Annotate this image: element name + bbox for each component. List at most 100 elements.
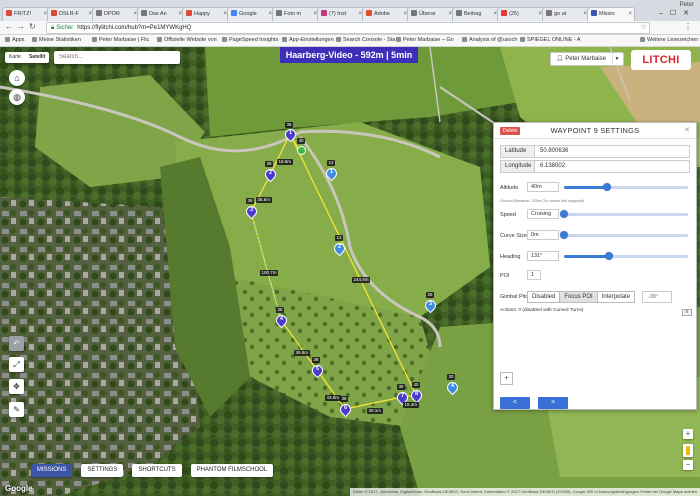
- bookmark-star-icon[interactable]: ☆: [640, 22, 647, 31]
- segment-distance: 43.8m: [325, 395, 341, 401]
- browser-tab[interactable]: FRITZ! ×: [2, 7, 50, 21]
- browser-tab[interactable]: Missio ×: [587, 7, 635, 21]
- poi-marker-3[interactable]: 3: [422, 297, 439, 314]
- poi-marker-1[interactable]: 1: [323, 165, 340, 182]
- map-search-input[interactable]: [54, 51, 180, 64]
- altitude-slider[interactable]: [564, 183, 688, 191]
- globe-icon[interactable]: ◍: [9, 89, 25, 105]
- poi-marker-2[interactable]: 2: [331, 240, 348, 257]
- chevron-down-icon[interactable]: ▼: [612, 53, 621, 65]
- altitude-input[interactable]: 40m: [527, 182, 559, 192]
- google-logo: Google: [5, 484, 33, 493]
- waypoint-marker-2[interactable]: 2: [262, 166, 279, 183]
- bookmark-item[interactable]: App-Einstellungen: [282, 35, 334, 46]
- tab-phantom-filmschool[interactable]: PHANTOM FILMSCHOOL: [190, 464, 274, 477]
- browser-tab[interactable]: Google ×: [227, 7, 275, 21]
- tab-label: Beitrag: [464, 11, 482, 17]
- browser-tab[interactable]: Adobe ×: [362, 7, 410, 21]
- bookmark-label: Weitere Lesezeichen: [647, 37, 699, 43]
- map-type-map-button[interactable]: Karte: [5, 52, 25, 63]
- waypoint-marker-6[interactable]: 6: [337, 401, 354, 418]
- waypoint-altitude-8: 40: [412, 382, 421, 388]
- poi-marker-4[interactable]: 4: [444, 379, 461, 396]
- bookmark-item[interactable]: Analysis of @usoch: [462, 35, 517, 46]
- tab-favicon-icon: [591, 10, 597, 16]
- bookmark-item[interactable]: Weitere Lesezeichen: [640, 35, 698, 46]
- bookmark-item[interactable]: PageSpeed Insights: [222, 35, 278, 46]
- user-menu-button[interactable]: 👤︎ Peter Marbaise ▼: [550, 52, 624, 66]
- browser-tab[interactable]: Happy ×: [182, 7, 230, 21]
- home-icon[interactable]: ⌂: [9, 70, 25, 86]
- zoom-in-button[interactable]: +: [683, 429, 693, 439]
- previous-waypoint-button[interactable]: <: [500, 397, 530, 409]
- waypoint-marker-1[interactable]: 1: [282, 126, 299, 143]
- tab-settings[interactable]: SETTINGS: [81, 464, 124, 477]
- url-input[interactable]: 🔒︎ Sicher https://flylitchi.com/hub?m=Pe1M…: [46, 22, 650, 34]
- bookmark-label: PageSpeed Insights: [229, 37, 279, 43]
- poi-altitude-1: 12: [327, 160, 336, 166]
- tab-missions[interactable]: MISSIONS: [31, 464, 73, 477]
- browser-tab[interactable]: go at ×: [542, 7, 590, 21]
- heading-input[interactable]: 131°: [527, 251, 559, 261]
- bookmark-item[interactable]: Peter Marbaise | Flic: [92, 35, 149, 46]
- waypoint-marker-3[interactable]: 3: [243, 203, 260, 220]
- bookmark-item[interactable]: Apps: [5, 35, 25, 46]
- curve-size-slider[interactable]: [560, 231, 688, 239]
- longitude-input[interactable]: [535, 161, 689, 172]
- waypoint-marker-4[interactable]: 4: [273, 312, 290, 329]
- browser-profile-name[interactable]: Peter: [680, 2, 694, 8]
- back-arrow-icon[interactable]: ←: [5, 22, 13, 31]
- home-point-marker[interactable]: [297, 146, 306, 155]
- undo-icon[interactable]: ↶: [9, 336, 24, 351]
- tab-shortcuts[interactable]: SHORTCUTS: [132, 464, 182, 477]
- browser-tab[interactable]: Beitrag ×: [452, 7, 500, 21]
- bookmark-favicon-icon: [396, 36, 401, 42]
- bookmark-item[interactable]: Peter Marbaise – Go: [396, 35, 454, 46]
- browser-tab[interactable]: DPOR ×: [92, 7, 140, 21]
- gimbal-pitch-input[interactable]: -38°: [642, 291, 672, 303]
- move-icon[interactable]: ✥: [9, 379, 24, 394]
- zoom-out-button[interactable]: −: [683, 460, 693, 470]
- map-type-satellite-button[interactable]: Satellit: [25, 52, 49, 63]
- bookmark-label: SPIEGEL ONLINE - A: [527, 37, 581, 43]
- poi-select[interactable]: 1: [527, 270, 541, 280]
- browser-tab[interactable]: Überar ×: [407, 7, 455, 21]
- expand-icon[interactable]: ⤢: [9, 357, 24, 372]
- browser-menu-icon[interactable]: ⋮: [684, 22, 692, 31]
- add-action-button[interactable]: ≡: [682, 309, 692, 316]
- gimbal-pitch-option[interactable]: Focus POI: [559, 291, 598, 303]
- speed-slider[interactable]: [560, 210, 688, 218]
- bookmark-item[interactable]: Search Console - Sta: [336, 35, 395, 46]
- browser-tab[interactable]: (25) ×: [497, 7, 545, 21]
- tab-label: Happy: [194, 11, 210, 17]
- bookmark-item[interactable]: SPIEGEL ONLINE - A: [520, 35, 581, 46]
- curve-size-input[interactable]: 0m: [527, 230, 559, 240]
- tab-label: DPOR: [104, 11, 120, 17]
- delete-waypoint-button[interactable]: Delete: [500, 127, 521, 135]
- latitude-row: Latitude: [500, 145, 690, 158]
- browser-tab[interactable]: Das An ×: [137, 7, 185, 21]
- browser-tab[interactable]: Foto m ×: [272, 7, 320, 21]
- add-button[interactable]: +: [500, 372, 513, 385]
- panel-title: WAYPOINT 9 SETTINGS: [550, 126, 640, 135]
- browser-tab[interactable]: (7) Inst ×: [317, 7, 365, 21]
- bookmark-item[interactable]: Offizielle Website von: [157, 35, 217, 46]
- bookmark-item[interactable]: Meine Statistiken: [32, 35, 81, 46]
- tab-label: Das An: [149, 11, 167, 17]
- forward-arrow-icon[interactable]: →: [17, 22, 25, 31]
- tab-close-icon[interactable]: ×: [628, 8, 632, 20]
- eraser-icon[interactable]: ✎: [9, 402, 24, 417]
- next-waypoint-button[interactable]: >: [538, 397, 568, 409]
- waypoint-marker-5[interactable]: 5: [309, 362, 326, 379]
- heading-slider[interactable]: [564, 252, 688, 260]
- window-controls[interactable]: –☐✕: [659, 9, 696, 17]
- close-icon[interactable]: ✕: [684, 126, 690, 134]
- speed-input[interactable]: Cruising: [527, 209, 559, 219]
- latitude-input[interactable]: [535, 146, 689, 157]
- reload-icon[interactable]: ↻: [29, 22, 36, 31]
- gimbal-pitch-option[interactable]: Disabled: [527, 291, 561, 303]
- browser-tab[interactable]: DSLR-F ×: [47, 7, 95, 21]
- gimbal-pitch-option[interactable]: Interpolate: [596, 291, 636, 303]
- bookmark-label: App-Einstellungen: [289, 37, 334, 43]
- street-view-icon[interactable]: [683, 444, 693, 457]
